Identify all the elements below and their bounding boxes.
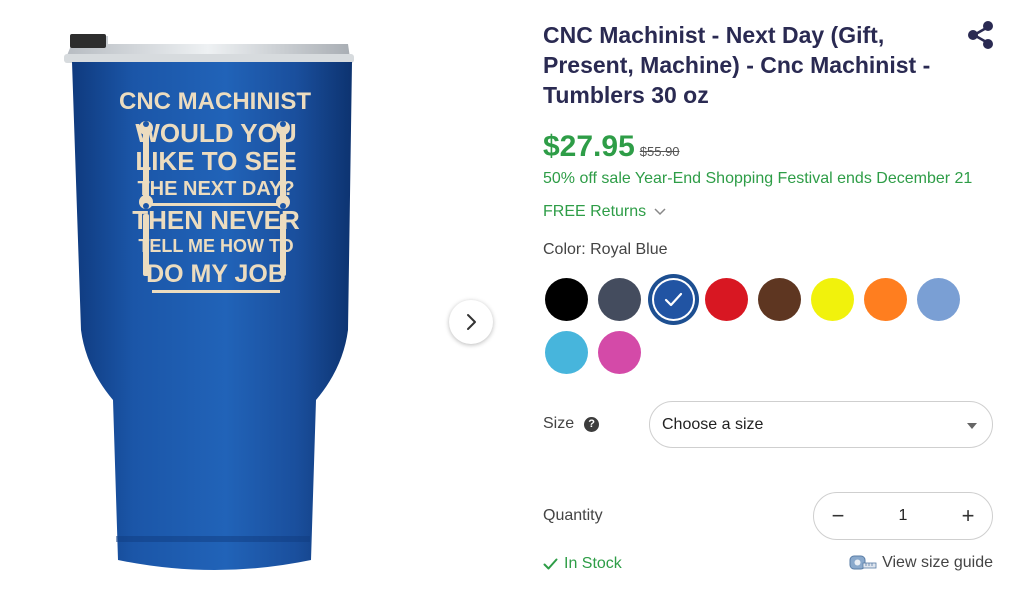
print-line-7: DO MY JOB bbox=[146, 260, 286, 288]
print-line-1: CNC MACHINIST bbox=[119, 88, 311, 115]
sale-price: $27.95 bbox=[543, 130, 635, 163]
tumbler-image: CNC MACHINIST WOULD YOU LIKE TO SEE THE … bbox=[64, 34, 354, 570]
chevron-down-icon bbox=[654, 208, 666, 216]
quantity-decrease-button[interactable]: − bbox=[814, 493, 862, 539]
color-swatch-red[interactable] bbox=[705, 278, 748, 321]
print-line-4: THE NEXT DAY? bbox=[137, 178, 294, 200]
tape-measure-icon bbox=[849, 555, 877, 570]
share-icon bbox=[968, 21, 993, 49]
print-line-5: THEN NEVER bbox=[132, 205, 300, 235]
print-line-6: TELL ME HOW TO bbox=[138, 236, 293, 256]
color-label: Color: Royal Blue bbox=[543, 241, 668, 258]
color-swatch-brown[interactable] bbox=[758, 278, 801, 321]
color-swatch-pink[interactable] bbox=[598, 331, 641, 374]
check-icon bbox=[543, 558, 558, 570]
product-info-panel: CNC Machinist - Next Day (Gift, Present,… bbox=[543, 0, 1003, 594]
print-line-2: WOULD YOU bbox=[135, 118, 296, 148]
free-returns-link[interactable]: FREE Returns bbox=[543, 203, 666, 221]
color-swatch-orange[interactable] bbox=[864, 278, 907, 321]
quantity-label: Quantity bbox=[543, 507, 603, 524]
product-title: CNC Machinist - Next Day (Gift, Present,… bbox=[543, 22, 931, 108]
color-swatch-light-blue[interactable] bbox=[917, 278, 960, 321]
color-swatch-charcoal[interactable] bbox=[598, 278, 641, 321]
quantity-value[interactable]: 1 bbox=[862, 507, 944, 525]
color-swatch-royal-blue[interactable] bbox=[652, 278, 695, 321]
free-returns-label: FREE Returns bbox=[543, 203, 647, 220]
question-circle-icon[interactable]: ? bbox=[584, 416, 600, 432]
caret-down-icon bbox=[967, 423, 977, 429]
color-swatch-yellow[interactable] bbox=[811, 278, 854, 321]
size-guide-label: View size guide bbox=[882, 554, 993, 571]
price-row: $27.95 $55.90 bbox=[543, 130, 680, 164]
check-icon bbox=[664, 292, 683, 307]
share-button[interactable] bbox=[967, 20, 995, 50]
size-select-value: Choose a size bbox=[662, 415, 764, 433]
size-label-row: Size ? bbox=[543, 415, 600, 433]
stock-status: In Stock bbox=[543, 555, 622, 573]
quantity-increase-button[interactable]: + bbox=[944, 493, 992, 539]
color-swatch-black[interactable] bbox=[545, 278, 588, 321]
quantity-stepper: − 1 + bbox=[813, 492, 993, 540]
next-image-button[interactable] bbox=[449, 300, 493, 344]
chevron-right-icon bbox=[467, 314, 476, 330]
sale-banner-text: 50% off sale Year-End Shopping Festival … bbox=[543, 170, 973, 187]
size-select[interactable]: Choose a size bbox=[649, 401, 993, 448]
color-swatch-teal[interactable] bbox=[545, 331, 588, 374]
print-line-3: LIKE TO SEE bbox=[135, 146, 296, 176]
product-image-area: CNC MACHINIST WOULD YOU LIKE TO SEE THE … bbox=[0, 0, 500, 594]
original-price: $55.90 bbox=[639, 144, 680, 159]
view-size-guide-link[interactable]: View size guide bbox=[843, 554, 993, 572]
stock-label: In Stock bbox=[564, 555, 622, 572]
size-label: Size bbox=[543, 415, 575, 432]
